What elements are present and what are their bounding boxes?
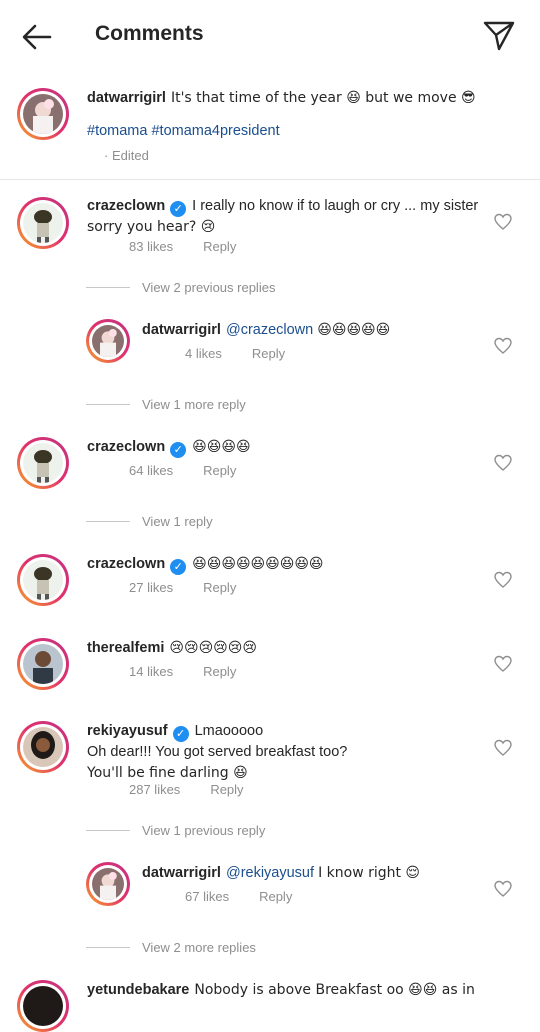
reply-button[interactable]: Reply xyxy=(259,889,292,904)
comment-text: crazeclown ✓ 😆😆😆😆 xyxy=(87,439,251,458)
mention-link[interactable]: @rekiyayusuf xyxy=(226,865,314,881)
mention-link[interactable]: @crazeclown xyxy=(226,322,313,338)
comment-meta: 14 likes Reply xyxy=(129,664,236,679)
view-replies-link[interactable]: View 1 reply xyxy=(142,514,213,529)
caption-hashtags[interactable]: #tomama #tomama4president xyxy=(87,121,280,142)
view-replies-link[interactable]: View 2 more replies xyxy=(142,940,256,955)
heart-icon[interactable] xyxy=(494,880,512,898)
comment-text: yetundebakare Nobody is above Breakfast o… xyxy=(87,982,475,998)
likes-count[interactable]: 83 likes xyxy=(129,239,173,254)
comment-username[interactable]: yetundebakare xyxy=(87,982,189,998)
avatar[interactable] xyxy=(17,88,69,140)
verified-badge-icon: ✓ xyxy=(170,442,187,458)
likes-count[interactable]: 27 likes xyxy=(129,580,173,595)
likes-count[interactable]: 64 likes xyxy=(129,463,173,478)
reply-button[interactable]: Reply xyxy=(203,664,236,679)
header: Comments xyxy=(0,0,540,72)
avatar[interactable] xyxy=(17,638,69,690)
edited-label: · Edited xyxy=(104,148,149,163)
thread-line xyxy=(86,521,130,522)
comment-username[interactable]: crazeclown xyxy=(87,556,165,572)
reply-button[interactable]: Reply xyxy=(210,782,243,797)
comment-meta: 64 likes Reply xyxy=(129,463,236,478)
verified-badge-icon: ✓ xyxy=(170,559,187,575)
heart-icon[interactable] xyxy=(494,571,512,589)
comment-meta: 4 likes Reply xyxy=(185,346,285,361)
likes-count[interactable]: 4 likes xyxy=(185,346,222,361)
likes-count[interactable]: 287 likes xyxy=(129,782,180,797)
reply-button[interactable]: Reply xyxy=(203,580,236,595)
comment-username[interactable]: datwarrigirl xyxy=(142,322,221,338)
page-title: Comments xyxy=(95,22,204,45)
verified-badge-icon: ✓ xyxy=(170,201,187,217)
likes-count[interactable]: 14 likes xyxy=(129,664,173,679)
comment-username[interactable]: therealfemi xyxy=(87,640,164,656)
view-replies-link[interactable]: View 1 previous reply xyxy=(142,823,265,838)
comment-username[interactable]: datwarrigirl xyxy=(142,865,221,881)
caption-username[interactable]: datwarrigirl xyxy=(87,90,166,106)
view-replies-link[interactable]: View 1 more reply xyxy=(142,397,246,412)
avatar[interactable] xyxy=(86,319,130,363)
comment-meta: 27 likes Reply xyxy=(129,580,236,595)
comment-text: crazeclown ✓ I really no know if to laugh … xyxy=(87,198,479,235)
reply-button[interactable]: Reply xyxy=(252,346,285,361)
divider xyxy=(0,179,540,180)
thread-line xyxy=(86,947,130,948)
heart-icon[interactable] xyxy=(494,739,512,757)
verified-badge-icon: ✓ xyxy=(172,726,189,742)
avatar[interactable] xyxy=(17,554,69,606)
reply-button[interactable]: Reply xyxy=(203,239,236,254)
avatar[interactable] xyxy=(17,437,69,489)
caption-text: datwarrigirl It's that time of the year 😆… xyxy=(87,90,476,106)
direct-message-icon[interactable] xyxy=(482,18,516,52)
thread-line xyxy=(86,404,130,405)
avatar[interactable] xyxy=(17,980,69,1032)
comment-username[interactable]: crazeclown xyxy=(87,439,165,455)
thread-line xyxy=(86,287,130,288)
avatar[interactable] xyxy=(86,862,130,906)
avatar[interactable] xyxy=(17,721,69,773)
heart-icon[interactable] xyxy=(494,213,512,231)
comment-text: rekiyayusuf ✓ Lmaooooo Oh dear!!! You got … xyxy=(87,723,348,781)
comment-text: crazeclown ✓ 😆😆😆😆😆😆😆😆😆 xyxy=(87,556,324,575)
avatar[interactable] xyxy=(17,197,69,249)
reply-text: datwarrigirl @crazeclown 😆😆😆😆😆 xyxy=(142,322,391,338)
view-replies-link[interactable]: View 2 previous replies xyxy=(142,280,275,295)
comment-meta: 67 likes Reply xyxy=(185,889,292,904)
comment-meta: 83 likes Reply xyxy=(129,239,236,254)
likes-count[interactable]: 67 likes xyxy=(185,889,229,904)
comment-meta: 287 likes Reply xyxy=(129,782,244,797)
heart-icon[interactable] xyxy=(494,454,512,472)
comment-username[interactable]: rekiyayusuf xyxy=(87,723,168,739)
comment-username[interactable]: crazeclown xyxy=(87,198,165,214)
reply-button[interactable]: Reply xyxy=(203,463,236,478)
reply-text: datwarrigirl @rekiyayusuf I know right 😌 xyxy=(142,865,421,881)
heart-icon[interactable] xyxy=(494,655,512,673)
comment-text: therealfemi 😢😢😢😢😢😢 xyxy=(87,640,257,656)
back-arrow-icon[interactable] xyxy=(20,20,54,54)
thread-line xyxy=(86,830,130,831)
heart-icon[interactable] xyxy=(494,337,512,355)
